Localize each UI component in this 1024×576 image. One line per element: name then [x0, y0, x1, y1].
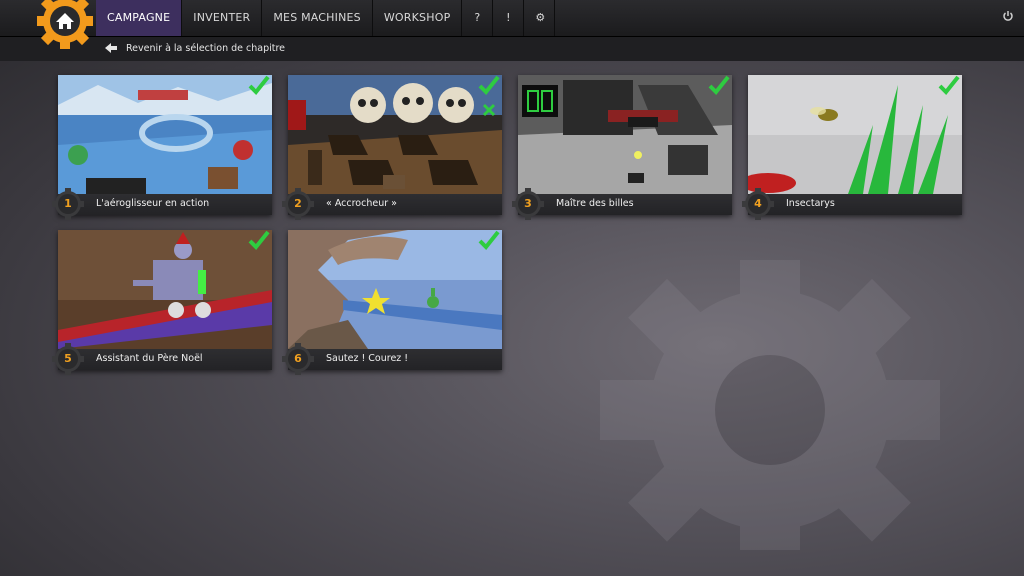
level-caption: Insectarys [748, 194, 962, 215]
level-card-5[interactable]: Assistant du Père Noël 5 [52, 230, 272, 375]
back-to-chapters-link[interactable]: Revenir à la sélection de chapitre [104, 41, 285, 55]
completed-check-icon [248, 75, 270, 95]
completed-check-icon [478, 230, 500, 250]
level-caption: Sautez ! Courez ! [288, 349, 502, 370]
completed-check-icon [938, 75, 960, 95]
tab-campagne[interactable]: CAMPAGNE [96, 0, 183, 36]
level-number: 6 [294, 352, 302, 365]
completed-check-icon [248, 230, 270, 250]
level-card-2[interactable]: « Accrocheur » 2 [282, 75, 502, 220]
top-navigation-bar: CAMPAGNE INVENTER MES MACHINES WORKSHOP … [0, 0, 1024, 37]
level-title: Insectarys [786, 198, 835, 209]
main-nav: CAMPAGNE INVENTER MES MACHINES WORKSHOP … [96, 0, 556, 36]
back-label: Revenir à la sélection de chapitre [126, 42, 286, 54]
level-card-3[interactable]: Maître des billes 3 [512, 75, 732, 220]
level-thumbnail [288, 75, 502, 194]
level-title: « Accrocheur » [326, 198, 397, 209]
level-caption: L'aéroglisseur en action [58, 194, 272, 215]
level-thumbnail [58, 230, 272, 349]
tab-inventer[interactable]: INVENTER [182, 0, 263, 36]
level-card-6[interactable]: Sautez ! Courez ! 6 [282, 230, 502, 375]
level-caption: « Accrocheur » [288, 194, 502, 215]
tab-workshop[interactable]: WORKSHOP [373, 0, 463, 36]
level-title: Sautez ! Courez ! [326, 353, 409, 364]
settings-button[interactable]: ⚙ [524, 0, 556, 36]
arrow-left-icon [105, 43, 117, 53]
level-thumbnail [518, 75, 732, 194]
chapter-subbar: Revenir à la sélection de chapitre [0, 37, 1024, 61]
background-gear-icon [600, 260, 940, 550]
level-title: Assistant du Père Noël [96, 353, 203, 364]
close-x-icon [482, 103, 496, 117]
home-icon[interactable] [36, 0, 94, 50]
gear-icon: ⚙ [535, 11, 546, 24]
level-caption: Assistant du Père Noël [58, 349, 272, 370]
level-number: 2 [294, 197, 302, 210]
level-card-1[interactable]: L'aéroglisseur en action 1 [52, 75, 272, 220]
level-title: Maître des billes [556, 198, 634, 209]
level-caption: Maître des billes [518, 194, 732, 215]
notifications-button[interactable]: ! [493, 0, 525, 36]
tab-mes-machines[interactable]: MES MACHINES [262, 0, 373, 36]
completed-check-icon [478, 75, 500, 95]
level-thumbnail [748, 75, 962, 194]
level-number: 5 [64, 352, 72, 365]
power-icon[interactable] [1000, 10, 1016, 26]
level-title: L'aéroglisseur en action [96, 198, 210, 209]
level-number: 3 [524, 197, 532, 210]
level-number: 1 [64, 197, 72, 210]
completed-check-icon [708, 75, 730, 95]
level-thumbnail [58, 75, 272, 194]
level-card-4[interactable]: Insectarys 4 [742, 75, 962, 220]
help-button[interactable]: ? [462, 0, 494, 36]
level-number: 4 [754, 197, 762, 210]
level-thumbnail [288, 230, 502, 349]
